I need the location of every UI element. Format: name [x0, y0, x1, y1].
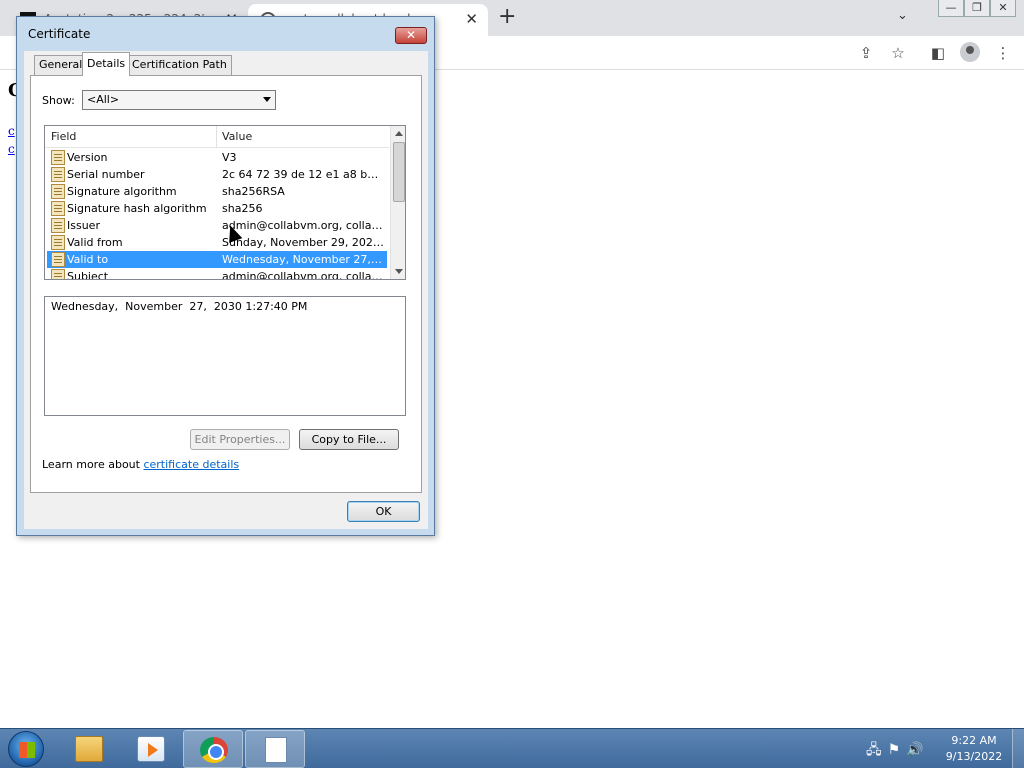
profile-icon[interactable] [960, 42, 980, 62]
certificate-details-link[interactable]: certificate details [143, 458, 239, 471]
sidebar-icon[interactable]: ◧ [929, 44, 947, 62]
list-item[interactable]: Valid from Sunday, November 29, 2020 1..… [47, 234, 387, 251]
list-item[interactable]: Subject admin@collabvm.org, collabne... [47, 268, 387, 280]
field-list[interactable]: Field Value Version V3 Serial number 2c … [44, 125, 406, 280]
page-link[interactable]: c [8, 142, 15, 156]
field-name: Signature algorithm [67, 185, 177, 198]
tab-certification-path[interactable]: Certification Path [127, 55, 232, 75]
window-controls: — ❐ ✕ [938, 0, 1016, 18]
document-icon [265, 737, 287, 763]
certificate-dialog: Certificate ✕ General Details Certificat… [16, 16, 435, 536]
field-name: Signature hash algorithm [67, 202, 207, 215]
field-name: Valid from [67, 236, 123, 249]
field-name: Valid to [67, 253, 109, 266]
action-center-icon[interactable]: ⚑ [888, 742, 901, 758]
tab-general[interactable]: General [34, 55, 88, 75]
tab-close-icon[interactable]: ✕ [465, 10, 478, 28]
field-value: V3 [222, 151, 237, 164]
scroll-up-icon[interactable] [395, 131, 403, 136]
column-header-field[interactable]: Field [51, 130, 76, 143]
scroll-thumb[interactable] [393, 142, 405, 202]
new-tab-button[interactable]: + [498, 4, 516, 29]
clock-date: 9/13/2022 [945, 750, 1003, 763]
clock-time: 9:22 AM [951, 734, 997, 747]
field-value: Wednesday, November 27, 20... [222, 253, 384, 266]
field-name: Issuer [67, 219, 100, 232]
certificate-field-icon [51, 235, 65, 250]
scroll-down-icon[interactable] [395, 269, 403, 274]
volume-icon[interactable]: 🔊 [906, 742, 923, 758]
ok-button[interactable]: OK [347, 501, 420, 522]
network-icon[interactable]: 🖧 [866, 742, 882, 758]
copy-to-file-button[interactable]: Copy to File... [299, 429, 399, 450]
dropdown-arrow-icon [263, 97, 271, 102]
certificate-field-icon [51, 252, 65, 267]
folder-icon [75, 736, 103, 762]
taskbar-clock[interactable]: 9:22 AM 9/13/2022 [944, 733, 1004, 765]
edit-properties-button[interactable]: Edit Properties... [190, 429, 290, 450]
page-link[interactable]: c [8, 124, 15, 138]
taskbar-explorer[interactable] [59, 730, 119, 768]
list-item[interactable]: Signature algorithm sha256RSA [47, 183, 387, 200]
dialog-close-button[interactable]: ✕ [395, 27, 427, 44]
dialog-title: Certificate [28, 27, 91, 41]
taskbar-chrome[interactable] [183, 730, 243, 768]
field-detail-textbox[interactable]: Wednesday, November 27, 2030 1:27:40 PM [44, 296, 406, 416]
list-item-selected[interactable]: Valid to Wednesday, November 27, 20... [47, 251, 387, 268]
column-divider[interactable] [216, 126, 217, 148]
certificate-field-icon [51, 150, 65, 165]
menu-icon[interactable]: ⋮ [994, 44, 1012, 62]
column-header-value[interactable]: Value [222, 130, 252, 143]
field-value: admin@collabvm.org, collabne... [222, 270, 384, 280]
list-item[interactable]: Issuer admin@collabvm.org, collabne... [47, 217, 387, 234]
show-desktop-button[interactable] [1012, 729, 1024, 768]
field-name: Subject [67, 270, 109, 280]
taskbar: 🖧 ⚑ 🔊 9:22 AM 9/13/2022 [0, 728, 1024, 768]
field-value: sha256RSA [222, 185, 285, 198]
learn-more-text: Learn more about certificate details [42, 458, 239, 471]
tab-details[interactable]: Details [82, 52, 131, 76]
certificate-field-icon [51, 201, 65, 216]
tab-search-chevron-icon[interactable]: ⌄ [897, 8, 908, 23]
show-dropdown[interactable]: <All> [82, 90, 276, 110]
start-button[interactable] [8, 731, 44, 767]
star-icon[interactable]: ☆ [889, 44, 907, 62]
learn-more-prefix: Learn more about [42, 458, 144, 471]
chrome-icon [200, 737, 228, 763]
show-label: Show: [42, 94, 75, 107]
details-panel: Show: <All> Field Value Version V3 Seria… [30, 75, 422, 493]
list-header: Field Value [45, 126, 389, 148]
field-value: sha256 [222, 202, 263, 215]
list-scrollbar[interactable] [390, 126, 405, 279]
field-value: admin@collabvm.org, collabne... [222, 219, 384, 232]
certificate-field-icon [51, 167, 65, 182]
field-name: Version [67, 151, 108, 164]
show-dropdown-value: <All> [87, 93, 120, 106]
close-window-button[interactable]: ✕ [990, 0, 1016, 17]
system-tray: 🖧 ⚑ 🔊 [866, 739, 930, 763]
field-value: Sunday, November 29, 2020 1... [222, 236, 384, 249]
windows-logo-icon [19, 742, 35, 758]
certificate-field-icon [51, 218, 65, 233]
taskbar-document[interactable] [245, 730, 305, 768]
dialog-body: General Details Certification Path Show:… [24, 51, 428, 529]
taskbar-media-player[interactable] [121, 730, 181, 768]
media-player-icon [137, 736, 165, 762]
maximize-button[interactable]: ❐ [964, 0, 990, 17]
certificate-field-icon [51, 184, 65, 199]
minimize-button[interactable]: — [938, 0, 964, 17]
certificate-field-icon [51, 269, 65, 279]
share-icon[interactable]: ⇪ [857, 44, 875, 62]
list-item[interactable]: Signature hash algorithm sha256 [47, 200, 387, 217]
field-name: Serial number [67, 168, 145, 181]
list-item[interactable]: Version V3 [47, 149, 387, 166]
field-value: 2c 64 72 39 de 12 e1 a8 bc 22... [222, 168, 384, 181]
list-item[interactable]: Serial number 2c 64 72 39 de 12 e1 a8 bc… [47, 166, 387, 183]
